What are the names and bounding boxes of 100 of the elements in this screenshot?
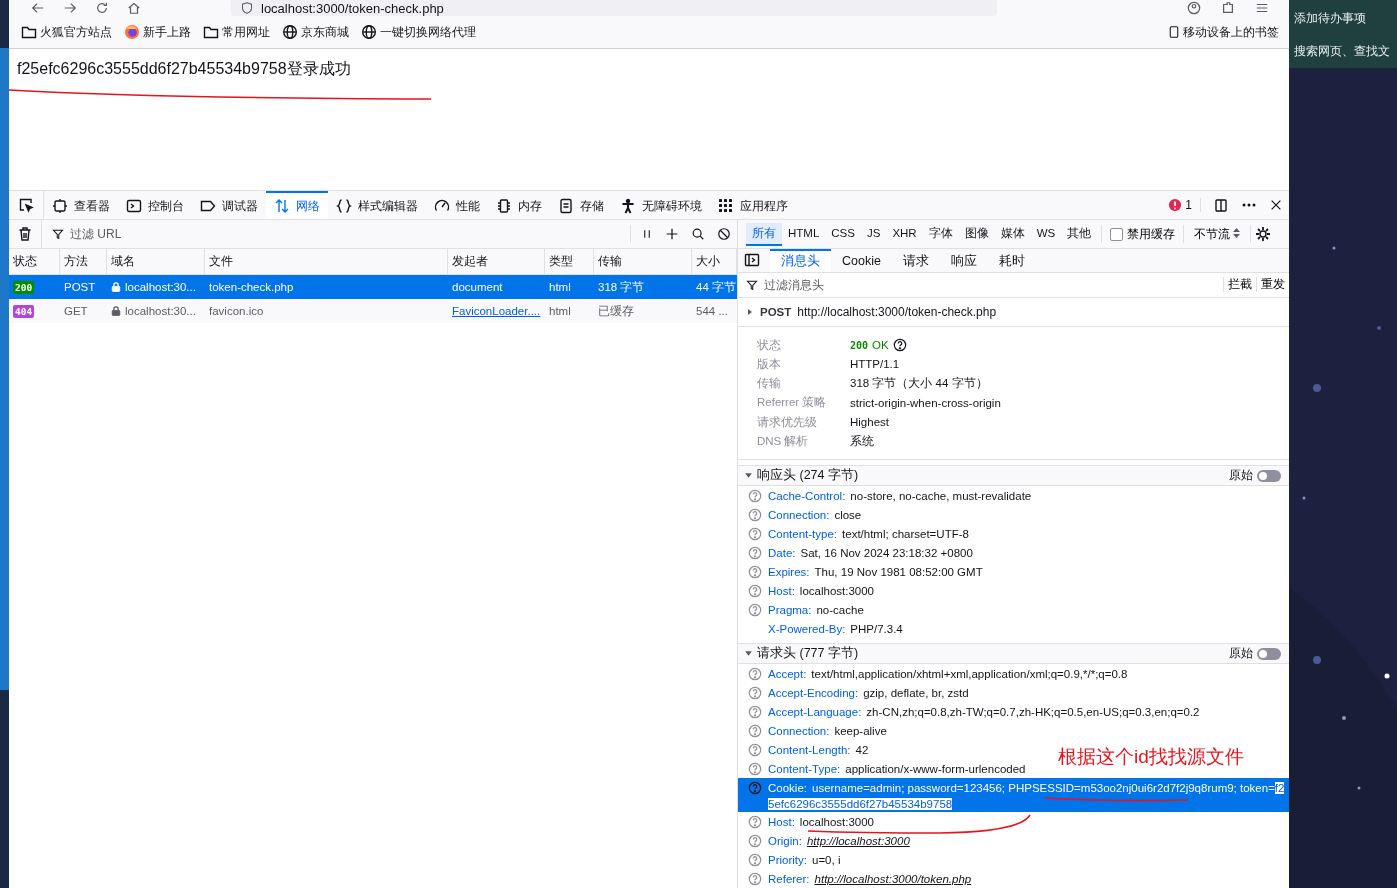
- devtools-tab[interactable]: 无障碍环境: [612, 191, 710, 219]
- column-header[interactable]: 类型: [545, 249, 594, 274]
- detail-tab[interactable]: 响应: [939, 249, 988, 272]
- address-bar[interactable]: localhost:3000/token-check.php: [231, 0, 997, 16]
- status-badge: 200: [13, 280, 35, 294]
- bookmark-item[interactable]: 新手上路: [124, 23, 191, 41]
- header-name: Origin:: [768, 835, 802, 847]
- column-header[interactable]: 文件: [205, 249, 448, 274]
- header-row[interactable]: Connection: close: [738, 505, 866, 525]
- status-text: OK: [872, 339, 889, 352]
- bookmark-item[interactable]: 京东商城: [282, 23, 349, 41]
- header-row[interactable]: Content-Type: application/x-www-form-urlencoded: [738, 759, 1030, 779]
- header-row[interactable]: Priority: u=0, i: [738, 850, 845, 869]
- header-row[interactable]: Expires: Thu, 19 Nov 1981 08:52:00 GMT: [738, 562, 987, 582]
- raw-label: 原始: [1229, 646, 1253, 662]
- raw-toggle[interactable]: [1257, 469, 1281, 482]
- column-header[interactable]: 域名: [107, 249, 205, 274]
- bookmark-item[interactable]: 移动设备上的书签: [1168, 23, 1279, 41]
- action-button[interactable]: 拦截: [1223, 277, 1256, 293]
- error-count[interactable]: 1: [1168, 198, 1201, 212]
- header-row[interactable]: Accept: text/html,application/xhtml+xml,application/xml;q=0.9,*/*;q=0.8: [738, 664, 1132, 684]
- filter-headers-field[interactable]: 过滤消息头: [762, 276, 966, 293]
- grid-icon: [718, 198, 734, 214]
- header-row[interactable]: Host: localhost:3000: [738, 812, 878, 831]
- header-text: Host: localhost:3000: [768, 584, 874, 600]
- devtools-tab[interactable]: 应用程序: [710, 191, 796, 219]
- raw-toggle[interactable]: [1257, 647, 1281, 660]
- file-cell-text: favicon.ico: [208, 304, 265, 319]
- bookmark-item[interactable]: 常用网址: [203, 23, 270, 41]
- type-filter[interactable]: HTML: [782, 224, 826, 244]
- devtools-tab[interactable]: 网络: [266, 191, 328, 219]
- devtools-tab[interactable]: 性能: [426, 191, 488, 219]
- header-link[interactable]: http://localhost:3000: [806, 835, 910, 847]
- bookmark-item[interactable]: 火狐官方站点: [21, 23, 112, 41]
- header-row[interactable]: Pragma: no-cache: [738, 600, 868, 620]
- detail-tab[interactable]: 耗时: [987, 249, 1036, 272]
- header-row[interactable]: Content-Length: 42: [738, 740, 873, 760]
- status-code: 200: [850, 339, 869, 351]
- column-header[interactable]: 发起者: [448, 249, 545, 274]
- header-row[interactable]: Accept-Language: zh-CN,zh;q=0.8,zh-TW;q=0.7,zh-HK;q=0.5,en-US;q=0.3,en;q=0.2: [738, 702, 1204, 722]
- header-row[interactable]: Accept-Encoding: gzip, deflate, br, zstd: [738, 683, 973, 703]
- type-filter[interactable]: 图像: [958, 222, 995, 246]
- error-icon: [1168, 198, 1183, 212]
- section-header[interactable]: 响应头 (274 字节) 原始: [738, 465, 1289, 487]
- disable-cache-checkbox[interactable]: 禁用缓存: [1106, 226, 1180, 242]
- column-header[interactable]: 状态: [9, 249, 60, 274]
- devtools-tab[interactable]: 样式编辑器: [328, 191, 426, 219]
- header-row[interactable]: Referer: http://localhost:3000/token.php: [738, 869, 976, 888]
- column-header[interactable]: 大小: [692, 249, 737, 274]
- size-cell-text: 44 字节: [695, 279, 737, 295]
- help-icon: [748, 872, 762, 886]
- header-row[interactable]: Content-type: text/html; charset=UTF-8: [738, 524, 973, 544]
- detail-tab[interactable]: 请求: [891, 249, 940, 272]
- back-icon: [31, 1, 45, 15]
- help-icon: [748, 489, 762, 504]
- column-header[interactable]: 方法: [60, 249, 107, 274]
- header-text: Priority: u=0, i: [768, 853, 841, 868]
- type-filter[interactable]: CSS: [825, 224, 861, 244]
- detail-tab[interactable]: Cookie: [831, 249, 892, 272]
- help-icon: [748, 527, 762, 542]
- header-row[interactable]: X-Powered-By: PHP/7.3.4: [738, 619, 907, 639]
- filter-url-field[interactable]: 过滤 URL: [68, 226, 272, 242]
- header-row[interactable]: Origin: http://localhost:3000: [738, 831, 914, 850]
- section-header[interactable]: 请求头 (777 字节) 原始: [738, 643, 1289, 665]
- header-text: Content-Length: 42: [768, 743, 869, 759]
- request-row[interactable]: 404 GET localhost:30... favicon.ico FaviconLoader.... html 已缓存 544 ...: [9, 299, 737, 323]
- type-filter[interactable]: 所有: [746, 222, 782, 246]
- devtools-tab[interactable]: 调试器: [192, 191, 266, 219]
- filter-icon: [746, 278, 758, 291]
- devtools-tab[interactable]: 存储: [550, 191, 612, 219]
- help-icon: [748, 743, 762, 758]
- account-icon: [1187, 1, 1201, 15]
- initiator-cell[interactable]: FaviconLoader....: [452, 305, 541, 317]
- throttle-dropdown[interactable]: 不节流: [1188, 226, 1247, 242]
- type-filter[interactable]: 字体: [922, 222, 959, 246]
- type-filter[interactable]: 其他: [1061, 222, 1098, 246]
- inspector-icon: [52, 198, 68, 214]
- column-header[interactable]: 传输: [594, 249, 692, 274]
- bookmark-item[interactable]: 一键切换网络代理: [361, 23, 476, 41]
- header-row[interactable]: Date: Sat, 16 Nov 2024 23:18:32 +0800: [738, 543, 977, 563]
- type-filter[interactable]: XHR: [886, 224, 923, 244]
- header-row[interactable]: Connection: keep-alive: [738, 721, 891, 741]
- detail-tab[interactable]: 消息头: [770, 249, 831, 272]
- transferred-cell-text: 已缓存: [597, 303, 635, 319]
- file-cell-text: token-check.php: [208, 280, 295, 295]
- request-row[interactable]: 200 POST localhost:30... token-check.php document html 318 字节 44 字节: [9, 275, 737, 299]
- type-filter[interactable]: WS: [1030, 224, 1062, 244]
- type-filter[interactable]: JS: [860, 224, 887, 244]
- desktop-text: 添加待办事项: [1294, 10, 1367, 27]
- devtools-tab[interactable]: 查看器: [44, 191, 118, 219]
- header-row[interactable]: Cache-Control: no-store, no-cache, must-revalidate: [738, 486, 1036, 506]
- help-icon: [748, 853, 762, 867]
- header-link[interactable]: http://localhost:3000/token.php: [814, 873, 972, 885]
- search-icon: [691, 227, 705, 241]
- header-row[interactable]: Host: localhost:3000: [738, 581, 878, 601]
- reload-icon: [95, 1, 109, 15]
- type-filter[interactable]: 媒体: [994, 222, 1031, 246]
- devtools-tab[interactable]: 内存: [488, 191, 550, 219]
- devtools-tab[interactable]: 控制台: [118, 191, 192, 219]
- summary-value: HTTP/1.1: [850, 358, 900, 371]
